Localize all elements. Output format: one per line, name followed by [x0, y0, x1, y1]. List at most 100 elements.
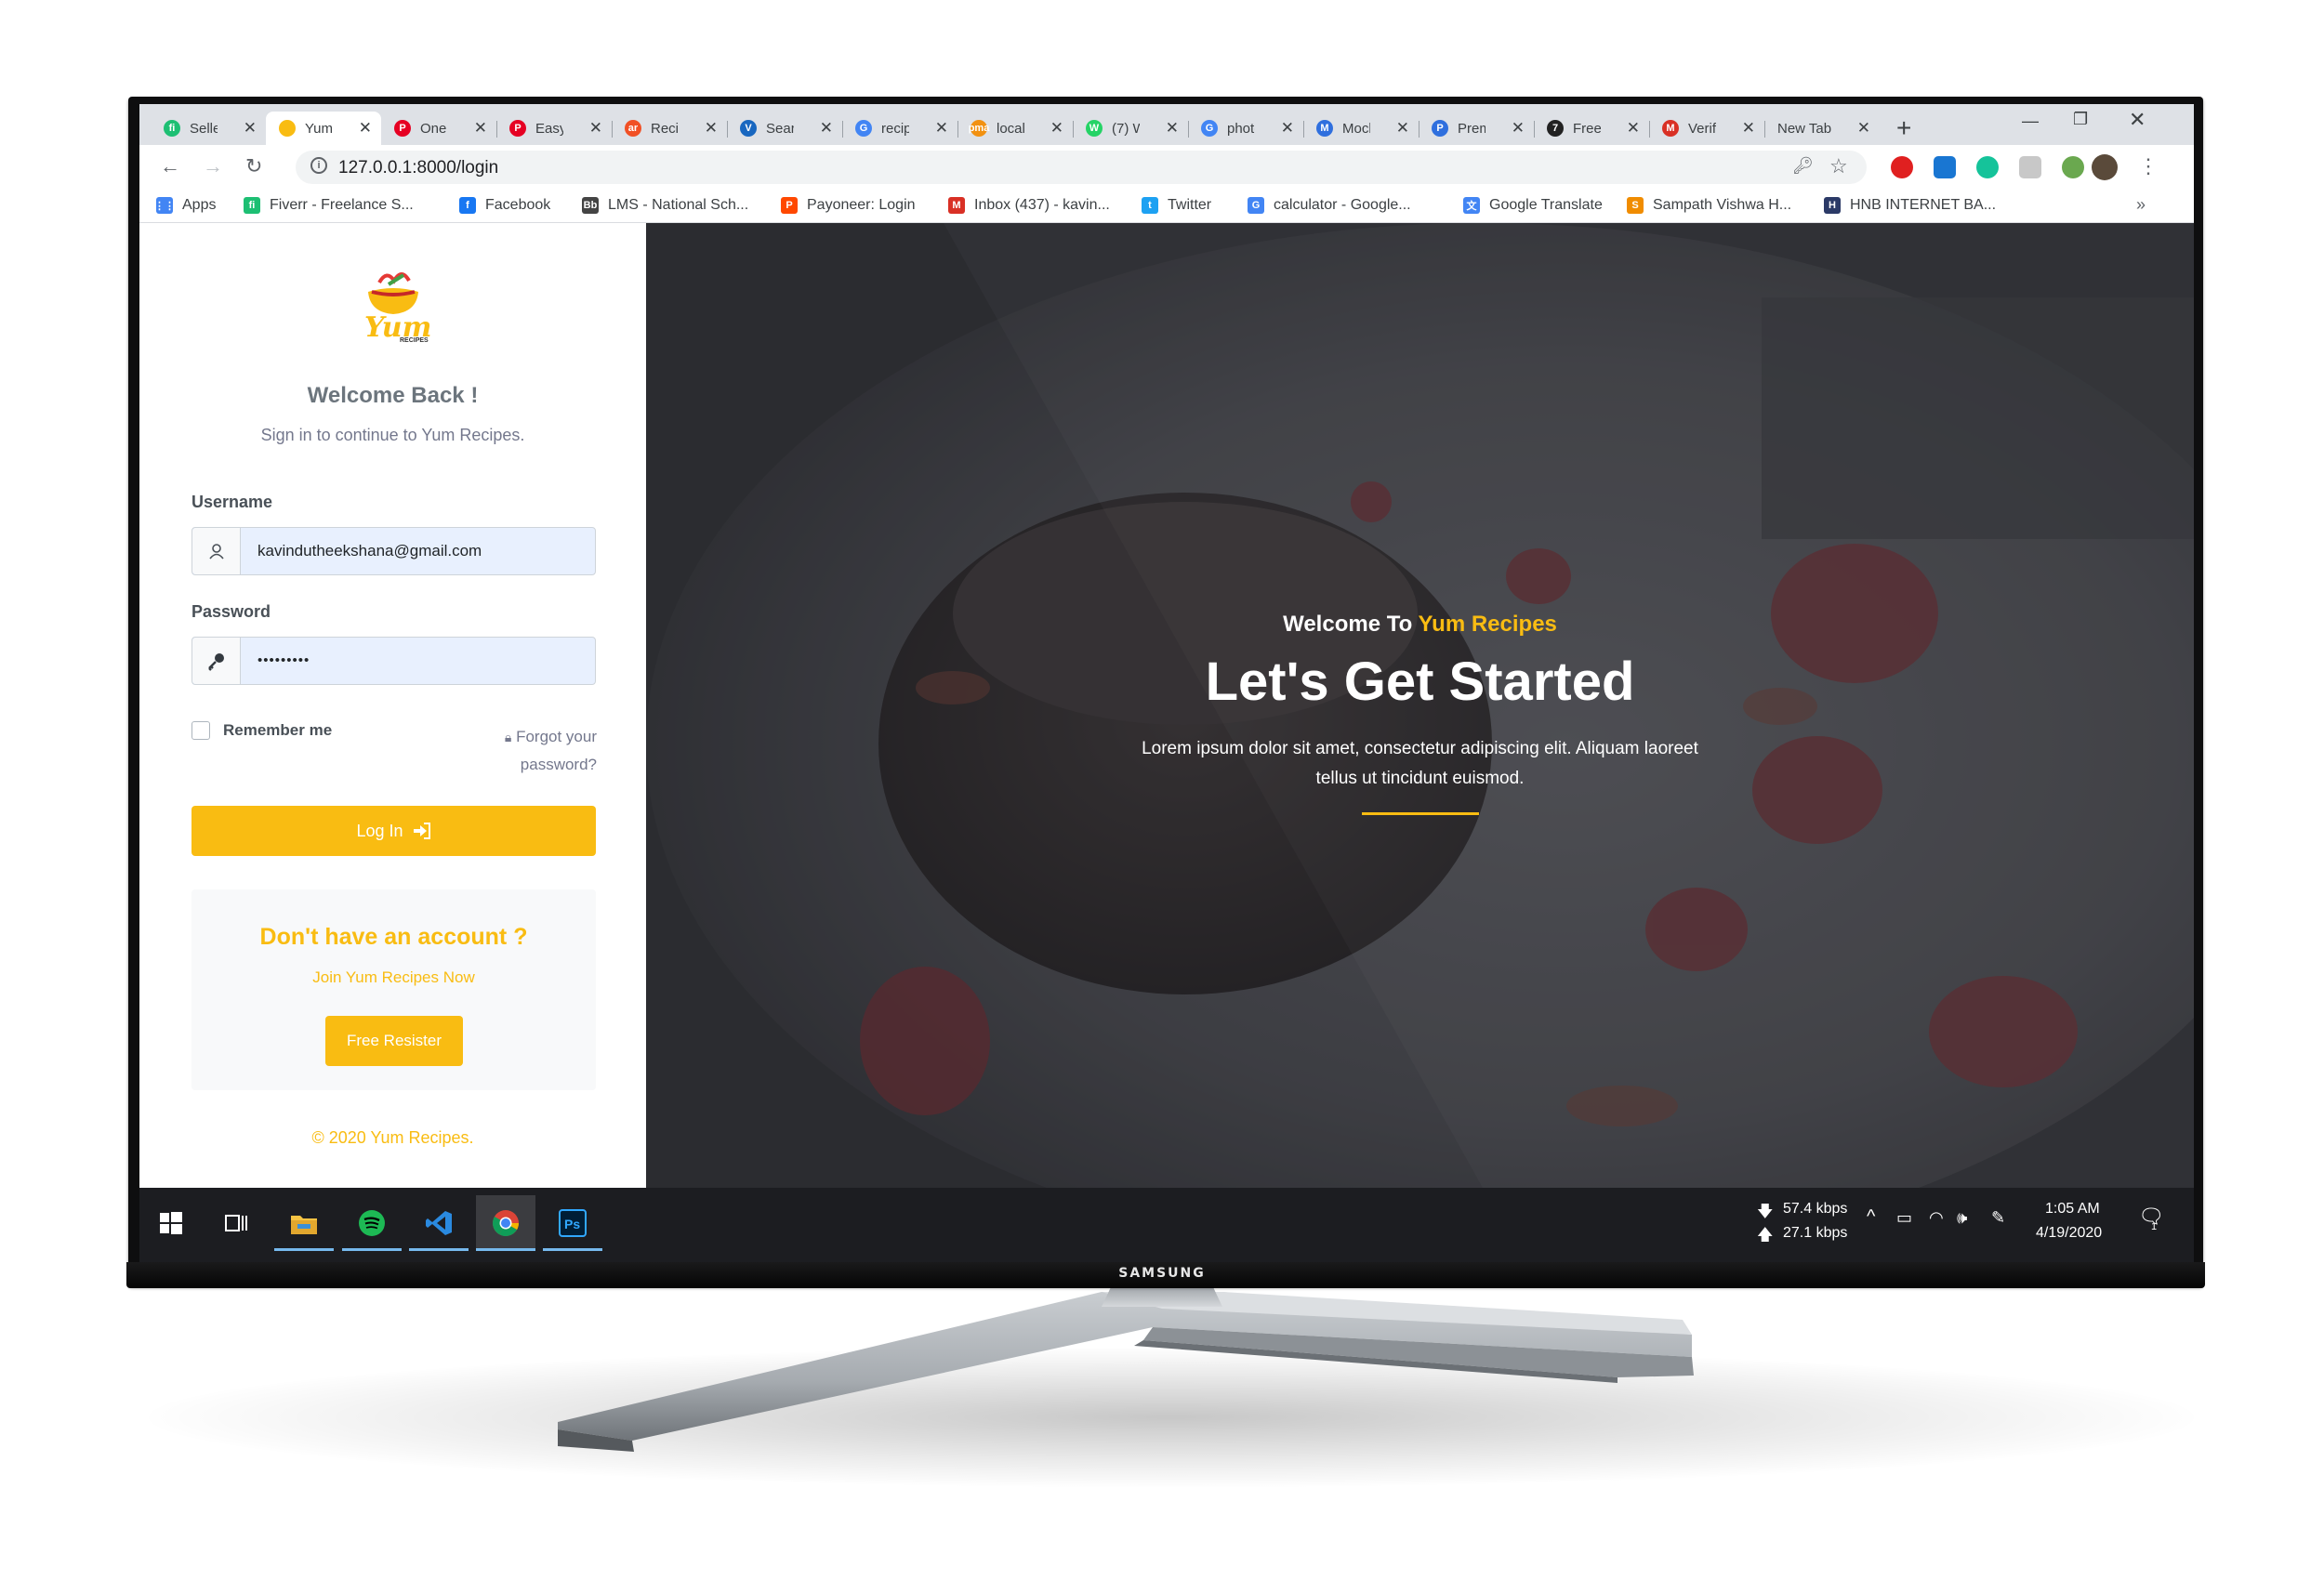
google-icon: G: [1248, 197, 1264, 214]
register-subtitle[interactable]: Join Yum Recipes Now: [191, 968, 596, 987]
bookmark-item[interactable]: M Inbox (437) - kavin...: [948, 197, 1110, 214]
spotify-icon[interactable]: [342, 1195, 402, 1251]
close-tab-icon[interactable]: ✕: [935, 119, 948, 138]
extension-icon[interactable]: [1934, 156, 1956, 178]
file-explorer-icon[interactable]: [274, 1195, 334, 1251]
menu-icon[interactable]: ⋮: [2138, 154, 2159, 178]
vscode-icon[interactable]: [409, 1195, 469, 1251]
clock-time[interactable]: 1:05 AM: [2045, 1201, 2100, 1218]
address-bar[interactable]: i 127.0.0.1:8000/login 🔑︎ ☆: [296, 151, 1867, 184]
browser-tab[interactable]: V Search ✕: [727, 112, 842, 145]
bookmark-item[interactable]: fi Fiverr - Freelance S...: [244, 197, 414, 214]
close-tab-icon[interactable]: ✕: [359, 119, 372, 138]
minimize-button[interactable]: —: [2022, 112, 2039, 131]
grammarly-icon[interactable]: [1976, 156, 1999, 178]
close-tab-icon[interactable]: ✕: [474, 119, 487, 138]
browser-tab[interactable]: M Mockup ✕: [1303, 112, 1419, 145]
bookmark-item[interactable]: P Payoneer: Login: [781, 197, 916, 214]
task-view-icon[interactable]: [206, 1195, 266, 1251]
browser-tab[interactable]: Grecipes ✕: [842, 112, 957, 145]
avatar[interactable]: [2092, 154, 2118, 180]
browser-tab[interactable]: P Premium ✕: [1419, 112, 1534, 145]
register-button[interactable]: Free Resister: [325, 1016, 463, 1066]
start-icon[interactable]: [141, 1195, 201, 1251]
info-icon[interactable]: i: [310, 157, 327, 174]
url-text[interactable]: 127.0.0.1:8000/login: [338, 158, 498, 178]
close-tab-icon[interactable]: ✕: [1166, 119, 1179, 138]
browser-tab[interactable]: W (7) W ✕: [1073, 112, 1188, 145]
browser-tab[interactable]: P Easy ✕: [496, 112, 612, 145]
browser-tab[interactable]: pma localhost ✕: [957, 112, 1073, 145]
adblock-icon[interactable]: [1891, 156, 1913, 178]
close-tab-icon[interactable]: ✕: [1627, 119, 1640, 138]
close-tab-icon[interactable]: ✕: [1857, 119, 1870, 138]
browser-tab[interactable]: New Tab ✕: [1764, 112, 1880, 145]
pen-icon[interactable]: ✎: [1991, 1208, 2005, 1228]
extension-icon[interactable]: [2062, 156, 2084, 178]
remember-checkbox[interactable]: [191, 721, 210, 740]
browser-tab[interactable]: ar Recipes ✕: [612, 112, 727, 145]
extension-icon[interactable]: [2019, 156, 2041, 178]
bookmark-item[interactable]: f Facebook: [459, 197, 550, 214]
chevron-up-icon[interactable]: ^: [1867, 1206, 1875, 1228]
username-input[interactable]: kavindutheekshana@gmail.com: [241, 528, 482, 574]
battery-icon[interactable]: ▭: [1896, 1208, 1912, 1228]
close-tab-icon[interactable]: ✕: [244, 119, 257, 138]
restore-button[interactable]: ❐: [2073, 110, 2088, 129]
close-window-button[interactable]: ✕: [2129, 108, 2146, 132]
allrecipes-icon: ar: [625, 120, 641, 137]
tab-separator: [1649, 121, 1650, 138]
whatsapp-icon: W: [1086, 120, 1103, 137]
password-field[interactable]: •••••••••: [191, 637, 596, 685]
tab-separator: [612, 121, 613, 138]
forgot-line-1[interactable]: Forgot your: [516, 728, 597, 745]
back-arrow-icon[interactable]: ←: [160, 154, 180, 178]
key-icon[interactable]: 🔑︎: [1792, 156, 1814, 176]
password-label: Password: [191, 602, 271, 621]
bookmark-item[interactable]: Gcalculator - Google...: [1248, 197, 1411, 214]
close-tab-icon[interactable]: ✕: [705, 119, 718, 138]
close-tab-icon[interactable]: ✕: [1281, 119, 1294, 138]
forgot-line-2[interactable]: password?: [474, 751, 597, 779]
browser-tab[interactable]: Gphoto ✕: [1188, 112, 1303, 145]
close-tab-icon[interactable]: ✕: [1742, 119, 1755, 138]
bookmark-item[interactable]: H HNB INTERNET BA...: [1824, 197, 1996, 214]
bookmark-star-icon[interactable]: ☆: [1829, 154, 1848, 178]
browser-tab[interactable]: Yum Recipes ✕: [266, 112, 381, 145]
welcome-subtitle: Sign in to continue to Yum Recipes.: [260, 426, 525, 444]
bookmark-item[interactable]: 文 Google Translate: [1463, 197, 1603, 214]
browser-tab[interactable]: P One ✕: [381, 112, 496, 145]
forgot-password-link[interactable]: 🔒︎ Forgot your password?: [474, 723, 597, 779]
remember-me[interactable]: Remember me: [191, 721, 332, 740]
browser-tab[interactable]: M Verify ✕: [1649, 112, 1764, 145]
close-tab-icon[interactable]: ✕: [589, 119, 602, 138]
close-tab-icon[interactable]: ✕: [1396, 119, 1409, 138]
new-tab-button[interactable]: +: [1896, 113, 1911, 143]
wifi-icon[interactable]: ◠: [1929, 1208, 1944, 1228]
browser-tab[interactable]: fi Seller ✕: [151, 112, 266, 145]
photoshop-icon[interactable]: Ps: [543, 1195, 602, 1251]
bookmark-item[interactable]: Bb LMS - National Sch...: [582, 197, 748, 214]
chrome-icon[interactable]: [476, 1195, 535, 1251]
tab-title: Verify: [1688, 120, 1716, 137]
password-input[interactable]: •••••••••: [241, 638, 310, 684]
bookmark-item[interactable]: ⋮⋮ Apps: [154, 197, 216, 214]
tab-title: (7) W: [1112, 120, 1140, 137]
hnb-icon: H: [1824, 197, 1841, 214]
login-button[interactable]: Log In: [191, 806, 596, 856]
close-tab-icon[interactable]: ✕: [820, 119, 833, 138]
more-bookmarks-icon[interactable]: »: [2136, 195, 2146, 215]
reload-icon[interactable]: ↻: [245, 154, 262, 178]
forward-arrow-icon[interactable]: →: [203, 154, 223, 178]
browser-tab[interactable]: 7 Free ✕: [1534, 112, 1649, 145]
close-tab-icon[interactable]: ✕: [1512, 119, 1525, 138]
bookmark-item[interactable]: t Twitter: [1142, 197, 1211, 214]
clock-date[interactable]: 4/19/2020: [2036, 1225, 2102, 1242]
pinterest-icon: P: [394, 120, 411, 137]
volume-icon[interactable]: 🕪︎: [1957, 1208, 1967, 1228]
screen: fiSeller✕Yum Recipes✕POne✕PEasy✕arRecipe…: [139, 104, 2194, 1262]
bookmark-item[interactable]: S Sampath Vishwa H...: [1627, 197, 1791, 214]
username-field[interactable]: kavindutheekshana@gmail.com: [191, 527, 596, 575]
close-tab-icon[interactable]: ✕: [1050, 119, 1063, 138]
welcome-title: Welcome Back !: [307, 383, 479, 408]
